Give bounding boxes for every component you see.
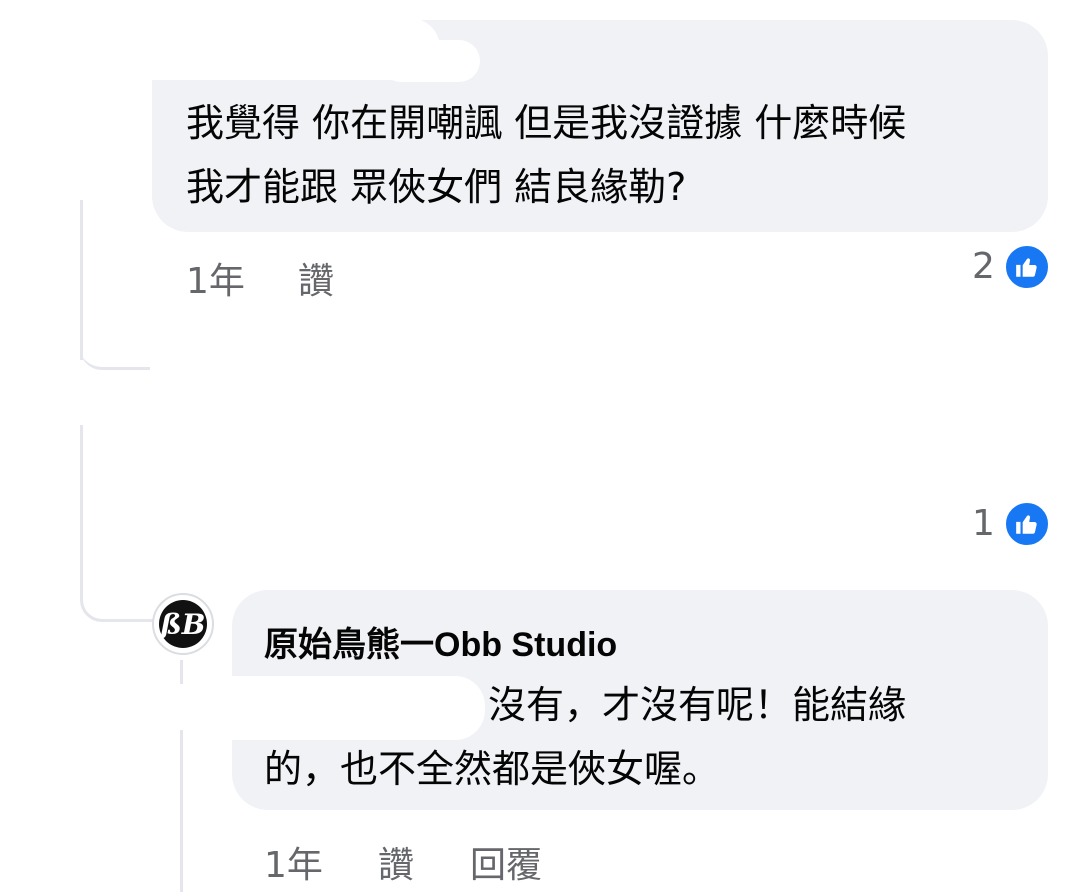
reply-like-button[interactable]: 讚	[378, 836, 414, 888]
thumbs-up-icon	[1016, 258, 1037, 277]
thread-curve-lower	[80, 425, 160, 622]
reply-author-name[interactable]: 原始鳥熊一Obb Studio	[264, 617, 617, 666]
comment-text-line1: 我覺得 你在開嘲諷 但是我沒證據 什麼時候	[186, 101, 907, 145]
like-reaction-icon[interactable]	[1003, 243, 1051, 291]
reply-text-line1: 沒有，才沒有呢！能結緣	[488, 683, 907, 727]
reply-timestamp[interactable]: 1年	[264, 836, 323, 888]
reply-text-line2: 的，也不全然都是俠女喔。	[264, 747, 721, 791]
thumbs-up-icon	[1016, 515, 1037, 534]
comment-text-line2: 我才能跟 眾俠女們 結良緣勒?	[186, 165, 687, 209]
thread-line-reply-lower	[180, 730, 183, 892]
thread-line-reply	[180, 660, 183, 684]
redacted-text	[230, 676, 485, 740]
like-reaction-icon-2[interactable]	[1003, 500, 1051, 548]
like-button[interactable]: 讚	[298, 252, 334, 304]
thread-curve-upper	[80, 330, 150, 370]
avatar[interactable]: ßB	[152, 593, 214, 655]
reply-button[interactable]: 回覆	[470, 836, 542, 888]
like-count-2[interactable]: 1	[972, 503, 995, 544]
avatar-logo: ßB	[159, 600, 207, 648]
redacted-author-cap	[380, 40, 480, 82]
like-count[interactable]: 2	[972, 246, 995, 287]
comment-timestamp[interactable]: 1年	[186, 252, 245, 304]
